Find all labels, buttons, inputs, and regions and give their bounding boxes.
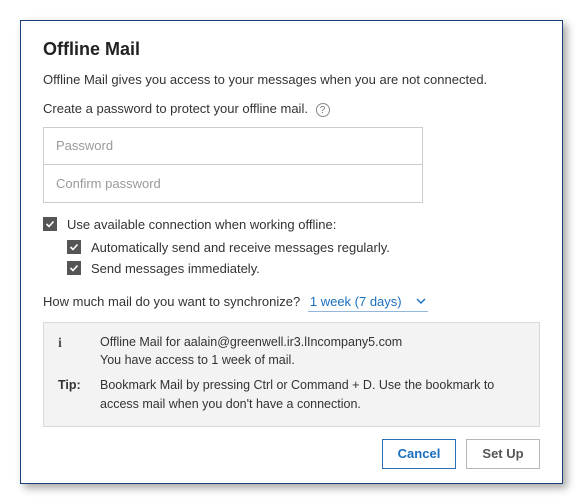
tip-body: Bookmark Mail by pressing Ctrl or Comman… xyxy=(100,376,525,414)
button-row: Cancel Set Up xyxy=(43,439,540,469)
help-icon[interactable]: ? xyxy=(316,103,330,117)
intro-text: Offline Mail gives you access to your me… xyxy=(43,72,540,87)
confirm-password-input[interactable] xyxy=(43,165,423,203)
sync-question: How much mail do you want to synchronize… xyxy=(43,294,300,309)
send-immediately-label: Send messages immediately. xyxy=(91,261,260,276)
sync-row: How much mail do you want to synchronize… xyxy=(43,292,540,312)
send-immediately-checkbox[interactable] xyxy=(67,261,81,275)
tip-label: Tip: xyxy=(58,376,100,414)
send-immediately-row: Send messages immediately. xyxy=(67,261,540,276)
setup-button[interactable]: Set Up xyxy=(466,439,540,469)
dialog-title: Offline Mail xyxy=(43,39,540,60)
password-label-row: Create a password to protect your offlin… xyxy=(43,101,540,117)
sync-dropdown[interactable]: 1 week (7 days) xyxy=(308,292,428,312)
info-line1: Offline Mail for aalain@greenwell.ir3.lI… xyxy=(100,333,525,352)
info-icon: i xyxy=(58,333,62,354)
offline-mail-dialog: Offline Mail Offline Mail gives you acce… xyxy=(20,20,563,484)
use-connection-row: Use available connection when working of… xyxy=(43,217,540,232)
auto-send-receive-checkbox[interactable] xyxy=(67,240,81,254)
password-input[interactable] xyxy=(43,127,423,165)
auto-send-receive-label: Automatically send and receive messages … xyxy=(91,240,390,255)
chevron-down-icon xyxy=(416,296,426,306)
cancel-button[interactable]: Cancel xyxy=(382,439,456,469)
password-label: Create a password to protect your offlin… xyxy=(43,101,308,116)
info-box: i Offline Mail for aalain@greenwell.ir3.… xyxy=(43,322,540,427)
auto-send-receive-row: Automatically send and receive messages … xyxy=(67,240,540,255)
info-line2: You have access to 1 week of mail. xyxy=(100,351,525,370)
use-connection-label: Use available connection when working of… xyxy=(67,217,336,232)
use-connection-checkbox[interactable] xyxy=(43,217,57,231)
sync-selected-value: 1 week (7 days) xyxy=(310,294,402,309)
